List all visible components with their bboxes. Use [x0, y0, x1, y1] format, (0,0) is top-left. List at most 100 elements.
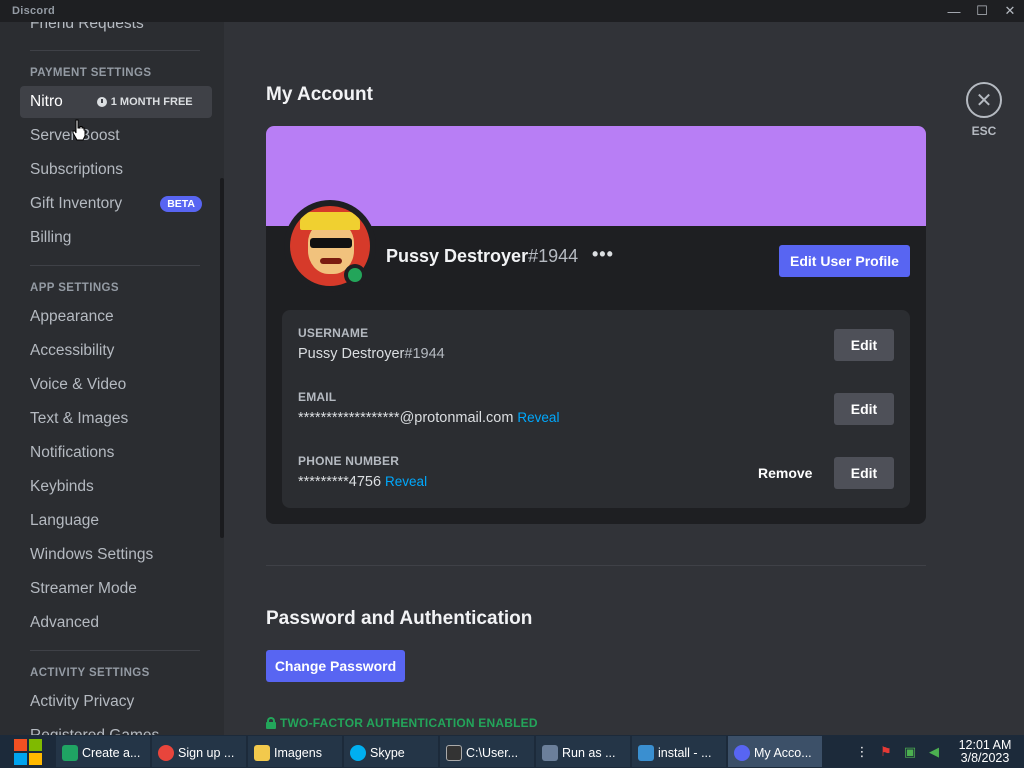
phone-label: PHONE NUMBER: [298, 454, 400, 468]
taskbar-item-terminal[interactable]: C:\User...: [440, 736, 534, 767]
mouse-cursor-icon: [72, 119, 86, 141]
sidebar-item-subscriptions[interactable]: Subscriptions: [20, 154, 212, 186]
volume-icon[interactable]: ◀: [925, 743, 943, 761]
settings-content: My Account ✕ ESC Pussy Destroyer#1944 ••…: [224, 22, 1024, 735]
section-divider: [266, 565, 926, 566]
email-label: EMAIL: [298, 390, 337, 404]
start-button[interactable]: [0, 735, 56, 768]
close-window-button[interactable]: ✕: [996, 0, 1024, 22]
sidebar-item-friend-requests[interactable]: Friend Requests: [20, 22, 212, 40]
profile-banner: [266, 126, 926, 226]
sidebar-item-activity-privacy[interactable]: Activity Privacy: [20, 686, 212, 718]
reveal-email-link[interactable]: Reveal: [517, 410, 559, 425]
email-masked: ******************@protonmail.com: [298, 410, 514, 426]
sidebar-item-appearance[interactable]: Appearance: [20, 301, 212, 333]
username-label: USERNAME: [298, 326, 369, 340]
phone-value: *********4756 Reveal: [298, 474, 427, 490]
edit-phone-button[interactable]: Edit: [834, 457, 894, 489]
phone-masked: *********4756: [298, 474, 382, 490]
taskbar-item-install[interactable]: install - ...: [632, 736, 726, 767]
avatar-mouth: [320, 258, 342, 264]
skype-icon: [350, 744, 366, 761]
sidebar-item-label: Nitro: [30, 93, 63, 110]
password-section-title: Password and Authentication: [266, 608, 533, 629]
username-name: Pussy Destroyer: [298, 346, 405, 362]
sidebar-item-billing[interactable]: Billing: [20, 222, 212, 254]
avatar-hat: [300, 212, 360, 230]
maximize-button[interactable]: ☐: [968, 0, 996, 22]
taskbar-item-label: Sign up ...: [178, 745, 235, 760]
run-icon: [542, 744, 558, 761]
minimize-button[interactable]: —: [940, 0, 968, 22]
taskbar-clock[interactable]: 12:01 AM 3/8/2023: [946, 738, 1024, 765]
sidebar-divider: [30, 650, 200, 651]
sidebar-header-payment: PAYMENT SETTINGS: [30, 67, 152, 79]
profile-discriminator: #1944: [528, 246, 579, 266]
taskbar-item-label: Run as ...: [562, 745, 616, 760]
overflow-icon[interactable]: ⋮: [853, 743, 871, 761]
window-title: Discord: [12, 5, 56, 17]
sidebar-header-app: APP SETTINGS: [30, 282, 119, 294]
network-icon[interactable]: ▣: [901, 743, 919, 761]
taskbar-item-chrome[interactable]: Sign up ...: [152, 736, 246, 767]
profile-username: Pussy Destroyer: [386, 246, 529, 266]
profile-display-name: Pussy Destroyer#1944: [386, 246, 578, 267]
remove-phone-button[interactable]: Remove: [758, 465, 812, 481]
taskbar-item-run-as[interactable]: Run as ...: [536, 736, 630, 767]
sidebar-item-language[interactable]: Language: [20, 505, 212, 537]
page-title: My Account: [266, 84, 373, 105]
taskbar-item-label: install - ...: [658, 745, 712, 760]
sidebar-item-server-boost[interactable]: Server Boost: [20, 120, 212, 152]
sidebar-divider: [30, 50, 200, 51]
sidebar-item-gift-inventory[interactable]: Gift Inventory BETA: [20, 188, 212, 220]
more-options-icon[interactable]: •••: [592, 244, 614, 265]
edit-username-button[interactable]: Edit: [834, 329, 894, 361]
account-info-box: USERNAME Pussy Destroyer#1944 Edit EMAIL…: [282, 310, 910, 508]
chrome-icon: [158, 744, 174, 761]
sidebar-item-voice-video[interactable]: Voice & Video: [20, 369, 212, 401]
terminal-icon: [446, 744, 462, 761]
sidebar-item-accessibility[interactable]: Accessibility: [20, 335, 212, 367]
sidebar-item-advanced[interactable]: Advanced: [20, 607, 212, 639]
edit-email-button[interactable]: Edit: [834, 393, 894, 425]
sidebar-item-text-images[interactable]: Text & Images: [20, 403, 212, 435]
username-discriminator: #1944: [404, 346, 445, 362]
lock-icon: [266, 717, 276, 729]
discord-icon: [734, 744, 750, 761]
close-icon[interactable]: ✕: [966, 82, 1002, 118]
esc-label: ESC: [971, 124, 997, 138]
sidebar-item-label: Gift Inventory: [30, 195, 123, 212]
taskbar-item-label: Skype: [370, 745, 405, 760]
flag-icon[interactable]: ⚑: [877, 743, 895, 761]
sidebar-item-notifications[interactable]: Notifications: [20, 437, 212, 469]
sidebar-item-streamer-mode[interactable]: Streamer Mode: [20, 573, 212, 605]
nitro-promo-badge: 1 MONTH FREE: [96, 96, 193, 108]
sidebar-divider: [30, 265, 200, 266]
clock-icon: [96, 97, 107, 107]
folder-icon: [254, 744, 270, 761]
sidebar-item-registered-games[interactable]: Registered Games: [20, 720, 212, 735]
profile-card: Pussy Destroyer#1944 ••• Edit User Profi…: [266, 126, 926, 524]
taskbar-item-label: Imagens: [274, 745, 322, 760]
email-value: ******************@protonmail.com Reveal: [298, 410, 559, 426]
settings-sidebar: Friend Requests PAYMENT SETTINGS Nitro 1…: [0, 22, 224, 735]
close-settings[interactable]: ✕ ESC: [966, 82, 1002, 138]
sidebar-item-keybinds[interactable]: Keybinds: [20, 471, 212, 503]
online-status-icon: [344, 264, 366, 286]
installer-icon: [638, 744, 654, 761]
edit-user-profile-button[interactable]: Edit User Profile: [779, 245, 910, 277]
document-icon: [62, 744, 78, 761]
username-value: Pussy Destroyer#1944: [298, 346, 445, 362]
change-password-button[interactable]: Change Password: [266, 650, 405, 682]
sidebar-item-nitro[interactable]: Nitro 1 MONTH FREE: [20, 86, 212, 118]
taskbar-item-discord[interactable]: My Acco...: [728, 736, 822, 767]
taskbar-item-skype[interactable]: Skype: [344, 736, 438, 767]
taskbar-item-imagens[interactable]: Imagens: [248, 736, 342, 767]
window-controls: — ☐ ✕: [940, 0, 1024, 22]
taskbar-item-create[interactable]: Create a...: [56, 736, 150, 767]
windows-taskbar: Create a... Sign up ... Imagens Skype C:…: [0, 735, 1024, 768]
sidebar-item-windows-settings[interactable]: Windows Settings: [20, 539, 212, 571]
taskbar-item-label: C:\User...: [466, 745, 519, 760]
reveal-phone-link[interactable]: Reveal: [385, 474, 427, 489]
system-tray: ⋮ ⚑ ▣ ◀ 12:01 AM 3/8/2023: [850, 735, 1024, 768]
